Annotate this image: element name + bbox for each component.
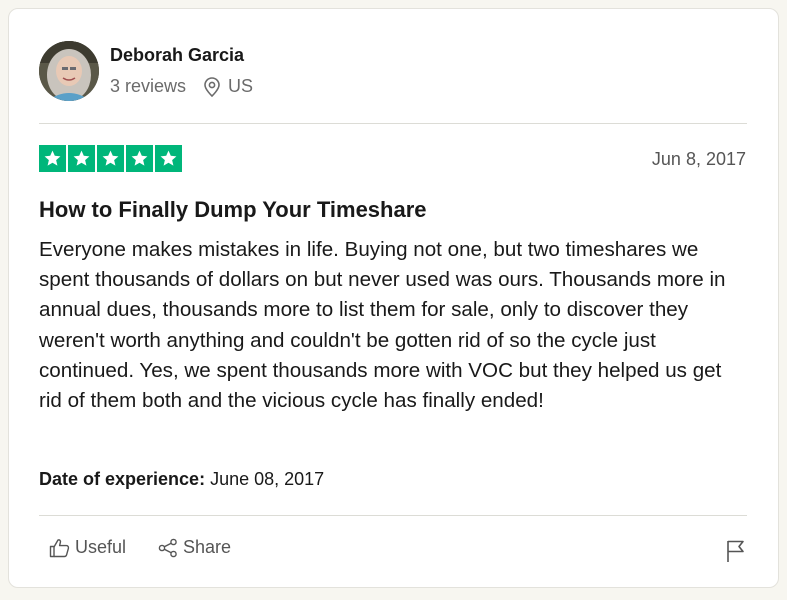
experience-date: June 08, 2017	[210, 469, 325, 489]
review-body: Everyone makes mistakes in life. Buying …	[39, 238, 726, 413]
star-icon	[97, 145, 124, 172]
review-card: Deborah Garcia 3 reviews US Jun 8, 2017 …	[8, 8, 779, 588]
review-title[interactable]: How to Finally Dump Your Timeshare	[39, 197, 427, 223]
flag-icon[interactable]	[726, 539, 746, 563]
reviewer-meta: 3 reviews US	[110, 76, 253, 97]
location-pin-icon	[204, 76, 220, 97]
star-icon	[68, 145, 95, 172]
useful-label: Useful	[75, 537, 127, 557]
experience-label: Date of experience:	[39, 469, 206, 489]
review-count: 3 reviews	[110, 76, 187, 96]
review-actions: Useful Share	[49, 537, 231, 558]
star-icon	[155, 145, 182, 172]
star-icon	[39, 145, 66, 172]
thumbs-up-icon	[49, 538, 70, 558]
review-date: Jun 8, 2017	[651, 149, 746, 169]
useful-button[interactable]: Useful	[49, 537, 126, 558]
divider-top	[39, 123, 747, 124]
share-button[interactable]: Share	[158, 537, 231, 558]
star-icon	[126, 145, 153, 172]
star-rating	[39, 145, 182, 172]
share-label: Share	[183, 537, 232, 557]
divider-bottom	[39, 515, 747, 516]
avatar[interactable]	[39, 41, 99, 101]
share-icon	[158, 538, 178, 558]
reviewer-country: US	[228, 76, 254, 96]
reviewer-name[interactable]: Deborah Garcia	[110, 45, 244, 66]
date-of-experience: Date of experience: June 08, 2017	[39, 469, 324, 490]
